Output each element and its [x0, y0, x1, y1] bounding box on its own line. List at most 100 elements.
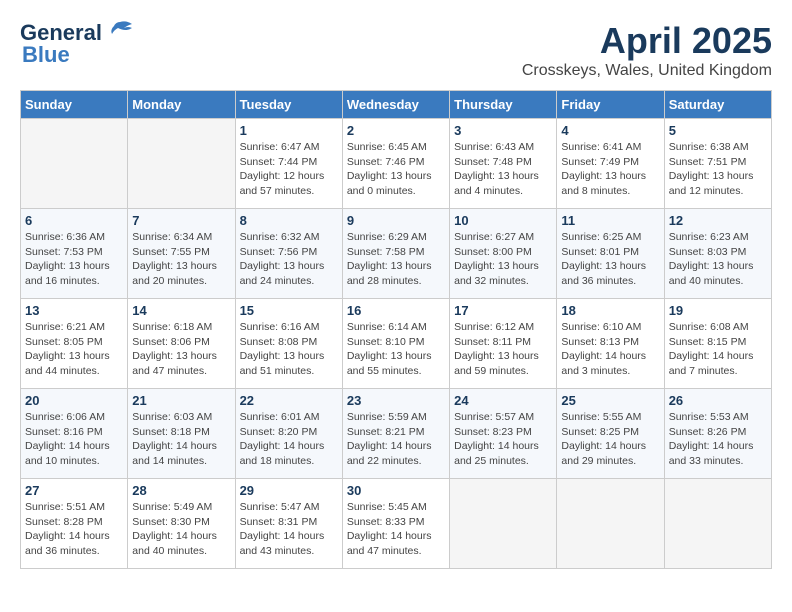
calendar-cell: 22 Sunrise: 6:01 AM Sunset: 8:20 PM Dayli…	[235, 389, 342, 479]
day-info: Sunrise: 6:08 AM Sunset: 8:15 PM Dayligh…	[669, 320, 767, 379]
calendar-cell	[21, 119, 128, 209]
calendar-week-4: 20 Sunrise: 6:06 AM Sunset: 8:16 PM Dayli…	[21, 389, 772, 479]
col-sunday: Sunday	[21, 91, 128, 119]
day-number: 2	[347, 123, 445, 138]
day-number: 20	[25, 393, 123, 408]
day-info: Sunrise: 6:14 AM Sunset: 8:10 PM Dayligh…	[347, 320, 445, 379]
subtitle: Crosskeys, Wales, United Kingdom	[522, 62, 772, 80]
day-number: 11	[561, 213, 659, 228]
day-info: Sunrise: 6:29 AM Sunset: 7:58 PM Dayligh…	[347, 230, 445, 289]
day-info: Sunrise: 5:47 AM Sunset: 8:31 PM Dayligh…	[240, 500, 338, 559]
title-area: April 2025 Crosskeys, Wales, United King…	[522, 20, 772, 80]
calendar-week-3: 13 Sunrise: 6:21 AM Sunset: 8:05 PM Dayli…	[21, 299, 772, 389]
day-info: Sunrise: 6:12 AM Sunset: 8:11 PM Dayligh…	[454, 320, 552, 379]
day-info: Sunrise: 6:01 AM Sunset: 8:20 PM Dayligh…	[240, 410, 338, 469]
logo: General Blue	[20, 20, 134, 68]
calendar-cell: 21 Sunrise: 6:03 AM Sunset: 8:18 PM Dayli…	[128, 389, 235, 479]
col-friday: Friday	[557, 91, 664, 119]
calendar-week-1: 1Sunrise: 6:47 AM Sunset: 7:44 PM Daylig…	[21, 119, 772, 209]
calendar-cell: 7Sunrise: 6:34 AM Sunset: 7:55 PM Daylig…	[128, 209, 235, 299]
day-info: Sunrise: 6:18 AM Sunset: 8:06 PM Dayligh…	[132, 320, 230, 379]
calendar-cell: 5 Sunrise: 6:38 AM Sunset: 7:51 PM Daylig…	[664, 119, 771, 209]
day-info: Sunrise: 6:32 AM Sunset: 7:56 PM Dayligh…	[240, 230, 338, 289]
day-number: 9	[347, 213, 445, 228]
calendar-cell: 15 Sunrise: 6:16 AM Sunset: 8:08 PM Dayli…	[235, 299, 342, 389]
day-number: 24	[454, 393, 552, 408]
day-number: 21	[132, 393, 230, 408]
day-info: Sunrise: 6:23 AM Sunset: 8:03 PM Dayligh…	[669, 230, 767, 289]
day-number: 8	[240, 213, 338, 228]
calendar-cell: 16 Sunrise: 6:14 AM Sunset: 8:10 PM Dayli…	[342, 299, 449, 389]
calendar-cell: 8 Sunrise: 6:32 AM Sunset: 7:56 PM Daylig…	[235, 209, 342, 299]
day-info: Sunrise: 5:49 AM Sunset: 8:30 PM Dayligh…	[132, 500, 230, 559]
day-number: 30	[347, 483, 445, 498]
calendar-cell: 12 Sunrise: 6:23 AM Sunset: 8:03 PM Dayli…	[664, 209, 771, 299]
calendar-cell: 20 Sunrise: 6:06 AM Sunset: 8:16 PM Dayli…	[21, 389, 128, 479]
day-number: 13	[25, 303, 123, 318]
day-info: Sunrise: 5:57 AM Sunset: 8:23 PM Dayligh…	[454, 410, 552, 469]
day-number: 12	[669, 213, 767, 228]
calendar-cell	[450, 479, 557, 569]
day-info: Sunrise: 6:43 AM Sunset: 7:48 PM Dayligh…	[454, 140, 552, 199]
day-info: Sunrise: 6:25 AM Sunset: 8:01 PM Dayligh…	[561, 230, 659, 289]
calendar-cell: 27 Sunrise: 5:51 AM Sunset: 8:28 PM Dayli…	[21, 479, 128, 569]
day-info: Sunrise: 6:38 AM Sunset: 7:51 PM Dayligh…	[669, 140, 767, 199]
day-info: Sunrise: 5:59 AM Sunset: 8:21 PM Dayligh…	[347, 410, 445, 469]
day-number: 15	[240, 303, 338, 318]
day-number: 27	[25, 483, 123, 498]
day-info: Sunrise: 6:10 AM Sunset: 8:13 PM Dayligh…	[561, 320, 659, 379]
calendar-table: Sunday Monday Tuesday Wednesday Thursday…	[20, 90, 772, 569]
calendar-cell: 9 Sunrise: 6:29 AM Sunset: 7:58 PM Daylig…	[342, 209, 449, 299]
calendar-week-5: 27 Sunrise: 5:51 AM Sunset: 8:28 PM Dayli…	[21, 479, 772, 569]
day-info: Sunrise: 6:06 AM Sunset: 8:16 PM Dayligh…	[25, 410, 123, 469]
calendar-cell: 1Sunrise: 6:47 AM Sunset: 7:44 PM Daylig…	[235, 119, 342, 209]
main-title: April 2025	[522, 20, 772, 62]
day-info: Sunrise: 6:34 AM Sunset: 7:55 PM Dayligh…	[132, 230, 230, 289]
calendar-week-2: 6Sunrise: 6:36 AM Sunset: 7:53 PM Daylig…	[21, 209, 772, 299]
day-number: 3	[454, 123, 552, 138]
day-info: Sunrise: 6:47 AM Sunset: 7:44 PM Dayligh…	[240, 140, 338, 199]
day-number: 25	[561, 393, 659, 408]
day-number: 5	[669, 123, 767, 138]
calendar-cell	[557, 479, 664, 569]
calendar-cell: 2Sunrise: 6:45 AM Sunset: 7:46 PM Daylig…	[342, 119, 449, 209]
day-info: Sunrise: 6:21 AM Sunset: 8:05 PM Dayligh…	[25, 320, 123, 379]
calendar-cell	[128, 119, 235, 209]
calendar-cell: 19 Sunrise: 6:08 AM Sunset: 8:15 PM Dayli…	[664, 299, 771, 389]
day-number: 14	[132, 303, 230, 318]
day-info: Sunrise: 5:45 AM Sunset: 8:33 PM Dayligh…	[347, 500, 445, 559]
day-number: 26	[669, 393, 767, 408]
day-info: Sunrise: 6:03 AM Sunset: 8:18 PM Dayligh…	[132, 410, 230, 469]
col-saturday: Saturday	[664, 91, 771, 119]
day-number: 22	[240, 393, 338, 408]
calendar-cell: 29 Sunrise: 5:47 AM Sunset: 8:31 PM Dayli…	[235, 479, 342, 569]
day-number: 28	[132, 483, 230, 498]
calendar-cell: 10Sunrise: 6:27 AM Sunset: 8:00 PM Dayli…	[450, 209, 557, 299]
col-tuesday: Tuesday	[235, 91, 342, 119]
page-header: General Blue April 2025 Crosskeys, Wales…	[20, 20, 772, 80]
calendar-cell: 25 Sunrise: 5:55 AM Sunset: 8:25 PM Dayli…	[557, 389, 664, 479]
calendar-cell: 14 Sunrise: 6:18 AM Sunset: 8:06 PM Dayli…	[128, 299, 235, 389]
day-info: Sunrise: 5:51 AM Sunset: 8:28 PM Dayligh…	[25, 500, 123, 559]
day-number: 16	[347, 303, 445, 318]
col-monday: Monday	[128, 91, 235, 119]
calendar-cell: 13 Sunrise: 6:21 AM Sunset: 8:05 PM Dayli…	[21, 299, 128, 389]
day-info: Sunrise: 6:41 AM Sunset: 7:49 PM Dayligh…	[561, 140, 659, 199]
header-row: Sunday Monday Tuesday Wednesday Thursday…	[21, 91, 772, 119]
day-info: Sunrise: 5:55 AM Sunset: 8:25 PM Dayligh…	[561, 410, 659, 469]
day-info: Sunrise: 6:16 AM Sunset: 8:08 PM Dayligh…	[240, 320, 338, 379]
calendar-cell: 3 Sunrise: 6:43 AM Sunset: 7:48 PM Daylig…	[450, 119, 557, 209]
day-number: 18	[561, 303, 659, 318]
day-number: 29	[240, 483, 338, 498]
col-thursday: Thursday	[450, 91, 557, 119]
calendar-cell: 28 Sunrise: 5:49 AM Sunset: 8:30 PM Dayli…	[128, 479, 235, 569]
day-number: 19	[669, 303, 767, 318]
calendar-cell: 6Sunrise: 6:36 AM Sunset: 7:53 PM Daylig…	[21, 209, 128, 299]
calendar-cell: 23Sunrise: 5:59 AM Sunset: 8:21 PM Dayli…	[342, 389, 449, 479]
calendar-cell: 18 Sunrise: 6:10 AM Sunset: 8:13 PM Dayli…	[557, 299, 664, 389]
logo-bird-icon	[106, 20, 134, 42]
logo-blue-text: Blue	[22, 42, 70, 68]
calendar-cell: 11 Sunrise: 6:25 AM Sunset: 8:01 PM Dayli…	[557, 209, 664, 299]
calendar-cell: 17Sunrise: 6:12 AM Sunset: 8:11 PM Dayli…	[450, 299, 557, 389]
day-info: Sunrise: 5:53 AM Sunset: 8:26 PM Dayligh…	[669, 410, 767, 469]
